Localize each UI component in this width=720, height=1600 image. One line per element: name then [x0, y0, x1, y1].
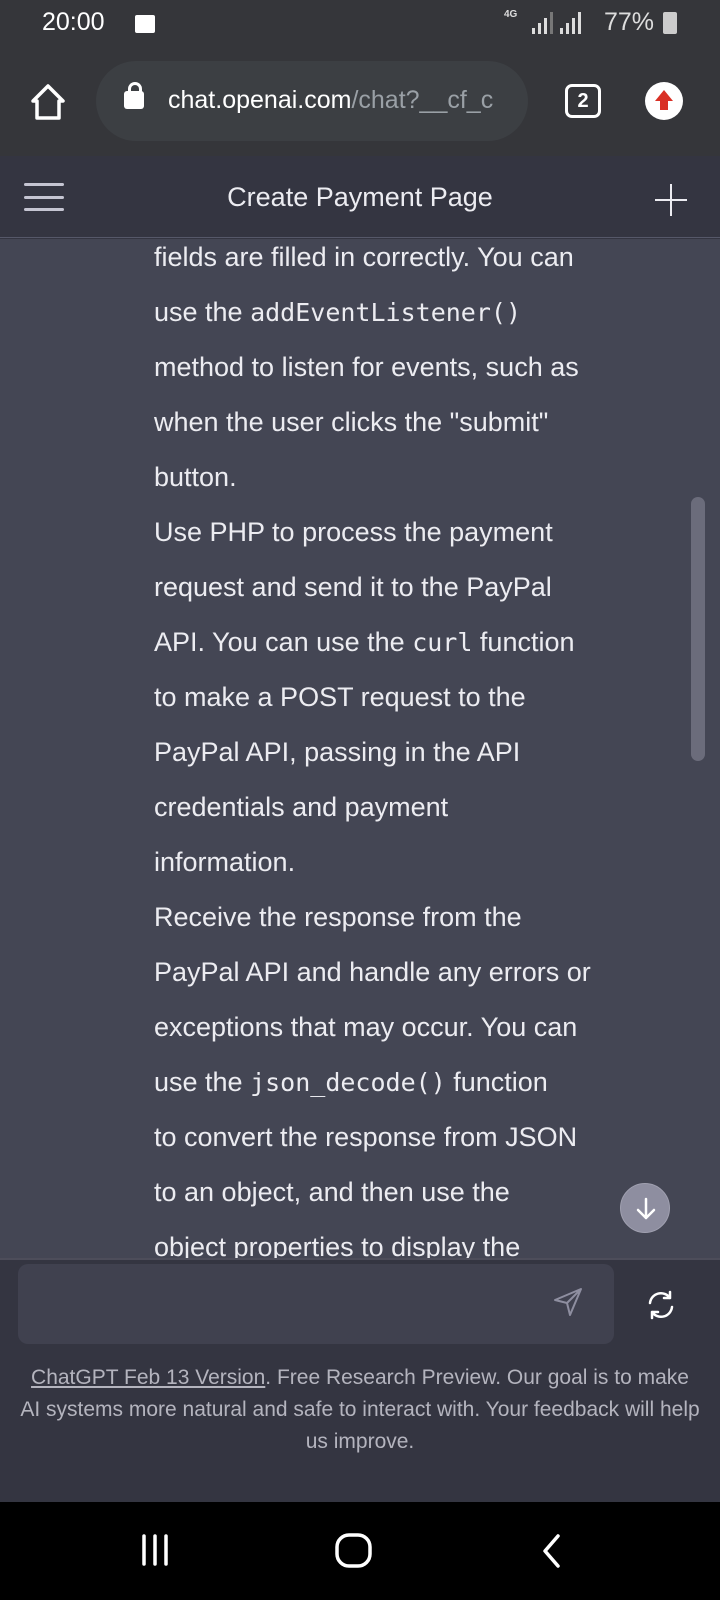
- composer-area: ChatGPT Feb 13 Version. Free Research Pr…: [0, 1258, 720, 1502]
- message-line: object properties to display the: [154, 1220, 591, 1258]
- text-segment: PayPal API, passing in the API: [154, 737, 521, 767]
- text-segment: PayPal API and handle any errors or: [154, 957, 591, 987]
- text-segment: function: [472, 627, 575, 657]
- message-line: button.: [154, 450, 591, 505]
- message-line: fields are filled in correctly. You can: [154, 239, 591, 285]
- text-segment: function: [445, 1067, 548, 1097]
- message-line: PayPal API, passing in the API: [154, 725, 591, 780]
- text-segment: use the: [154, 1067, 251, 1097]
- assistant-message: fields are filled in correctly. You can u…: [154, 239, 591, 1258]
- update-icon[interactable]: [645, 82, 683, 120]
- url-text: chat.openai.com/chat?__cf_c: [168, 86, 494, 114]
- clock: 20:00: [42, 8, 105, 36]
- chat-message-area: fields are filled in correctly. You can u…: [0, 239, 720, 1258]
- message-line: to an object, and then use the: [154, 1165, 591, 1220]
- recent-apps-icon[interactable]: [140, 1532, 170, 1568]
- message-line: use the json_decode() function: [154, 1055, 591, 1110]
- status-bar: 20:00 4G 77%: [0, 0, 720, 48]
- text-segment: request and send it to the PayPal: [154, 572, 552, 602]
- message-input[interactable]: [18, 1264, 614, 1344]
- text-segment: credentials and payment: [154, 792, 449, 822]
- message-line: request and send it to the PayPal: [154, 560, 591, 615]
- network-type: 4G: [504, 9, 518, 20]
- message-line: API. You can use the curl function: [154, 615, 591, 670]
- text-segment: when the user clicks the "submit": [154, 407, 549, 437]
- system-nav-bar: [0, 1502, 720, 1600]
- battery-icon: [663, 12, 677, 34]
- text-segment: to make a POST request to the: [154, 682, 526, 712]
- text-segment: to an object, and then use the: [154, 1177, 510, 1207]
- tab-switcher-button[interactable]: 2: [565, 84, 601, 118]
- inline-code: curl: [412, 628, 473, 657]
- text-segment: button.: [154, 462, 237, 492]
- text-segment: information.: [154, 847, 296, 877]
- message-line: to convert the response from JSON: [154, 1110, 591, 1165]
- text-segment: method to listen for events, such as: [154, 352, 579, 382]
- scrollbar[interactable]: [691, 497, 705, 761]
- new-chat-icon[interactable]: [655, 184, 687, 216]
- inline-code: json_decode(): [250, 1068, 446, 1097]
- message-line: credentials and payment: [154, 780, 591, 835]
- image-notification-icon: [135, 15, 155, 33]
- text-segment: to convert the response from JSON: [154, 1122, 578, 1152]
- version-link[interactable]: ChatGPT Feb 13 Version: [31, 1366, 265, 1389]
- arrow-down-icon: [636, 1197, 656, 1220]
- home-icon[interactable]: [28, 82, 68, 122]
- text-segment: Receive the response from the: [154, 902, 522, 932]
- chat-header: Create Payment Page: [0, 156, 720, 238]
- browser-toolbar: chat.openai.com/chat?__cf_c 2: [0, 48, 720, 156]
- message-line: exceptions that may occur. You can: [154, 1000, 591, 1055]
- regenerate-icon[interactable]: [646, 1290, 676, 1320]
- message-line: PayPal API and handle any errors or: [154, 945, 591, 1000]
- lock-icon: [124, 82, 144, 109]
- text-segment: fields are filled in correctly. You can: [154, 242, 574, 272]
- text-segment: API. You can use the: [154, 627, 413, 657]
- text-segment: Use PHP to process the payment: [154, 517, 553, 547]
- message-line: Use PHP to process the payment: [154, 505, 591, 560]
- address-bar[interactable]: chat.openai.com/chat?__cf_c: [96, 61, 528, 141]
- message-line: information.: [154, 835, 591, 890]
- back-icon[interactable]: [540, 1532, 564, 1570]
- page-title: Create Payment Page: [227, 182, 493, 212]
- battery-level: 77%: [604, 8, 655, 36]
- home-nav-icon[interactable]: [334, 1532, 374, 1570]
- scroll-down-button[interactable]: [620, 1183, 670, 1233]
- text-segment: use the: [154, 297, 251, 327]
- message-line: Receive the response from the: [154, 890, 591, 945]
- inline-code: addEventListener(): [250, 298, 522, 327]
- message-line: method to listen for events, such as: [154, 340, 591, 395]
- signal-icon: [560, 12, 581, 34]
- message-line: to make a POST request to the: [154, 670, 591, 725]
- message-line: when the user clicks the "submit": [154, 395, 591, 450]
- send-icon[interactable]: [552, 1286, 584, 1318]
- signal-icon: [532, 12, 553, 34]
- text-segment: exceptions that may occur. You can: [154, 1012, 578, 1042]
- message-line: use the addEventListener(): [154, 285, 591, 340]
- text-segment: object properties to display the: [154, 1232, 521, 1258]
- footer-disclaimer: ChatGPT Feb 13 Version. Free Research Pr…: [20, 1366, 700, 1453]
